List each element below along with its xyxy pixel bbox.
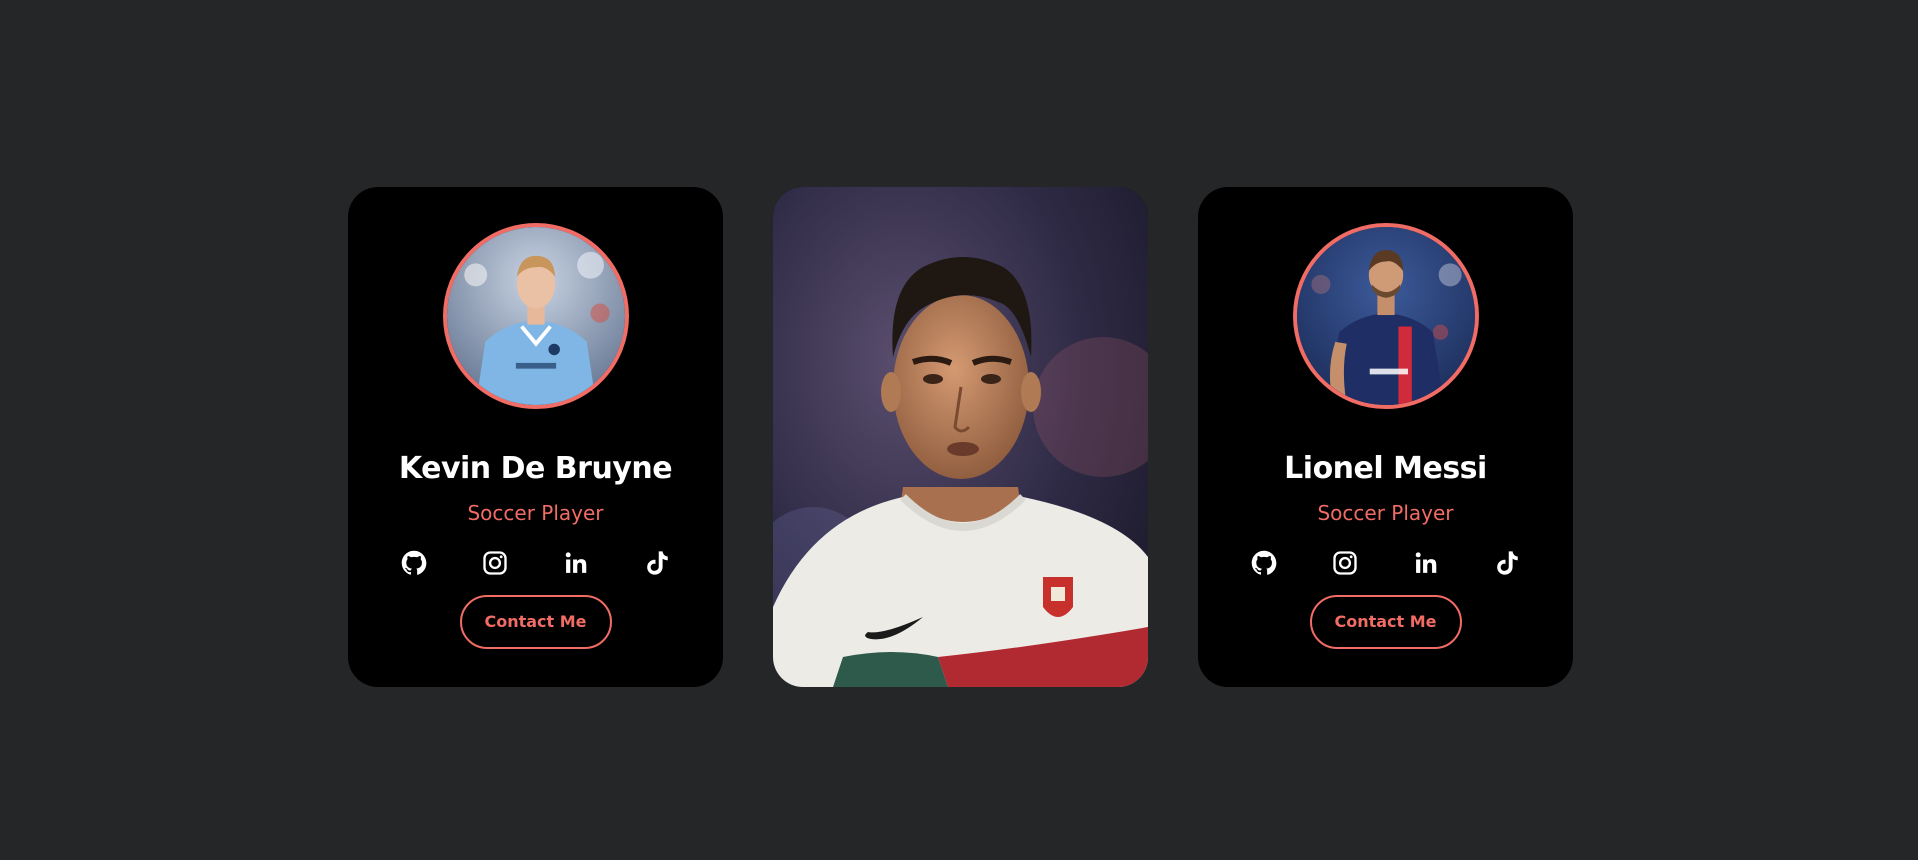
linkedin-icon[interactable] (1412, 549, 1440, 577)
github-icon[interactable] (400, 549, 428, 577)
social-links (1198, 549, 1573, 579)
github-icon[interactable] (1250, 549, 1278, 577)
player-name: Kevin De Bruyne (398, 451, 673, 486)
linkedin-icon[interactable] (562, 549, 590, 577)
profile-card-de-bruyne: Kevin De Bruyne Soccer Player Contact Me (348, 187, 723, 687)
player-portrait-photo (773, 187, 1148, 687)
player-role: Soccer Player (1317, 501, 1454, 525)
player-name: Lionel Messi (1284, 451, 1487, 486)
contact-me-button[interactable]: Contact Me (459, 595, 612, 649)
profile-card-photo (773, 187, 1148, 687)
social-links (348, 549, 723, 579)
instagram-icon[interactable] (481, 549, 509, 577)
avatar (442, 223, 629, 409)
player-role: Soccer Player (467, 501, 604, 525)
player-photo (1296, 227, 1475, 405)
profile-card-messi: Lionel Messi Soccer Player Contact Me (1198, 187, 1573, 687)
player-photo (446, 227, 625, 405)
tiktok-icon[interactable] (1493, 549, 1521, 577)
contact-me-button[interactable]: Contact Me (1309, 595, 1462, 649)
instagram-icon[interactable] (1331, 549, 1359, 577)
avatar (1292, 223, 1479, 409)
tiktok-icon[interactable] (643, 549, 671, 577)
